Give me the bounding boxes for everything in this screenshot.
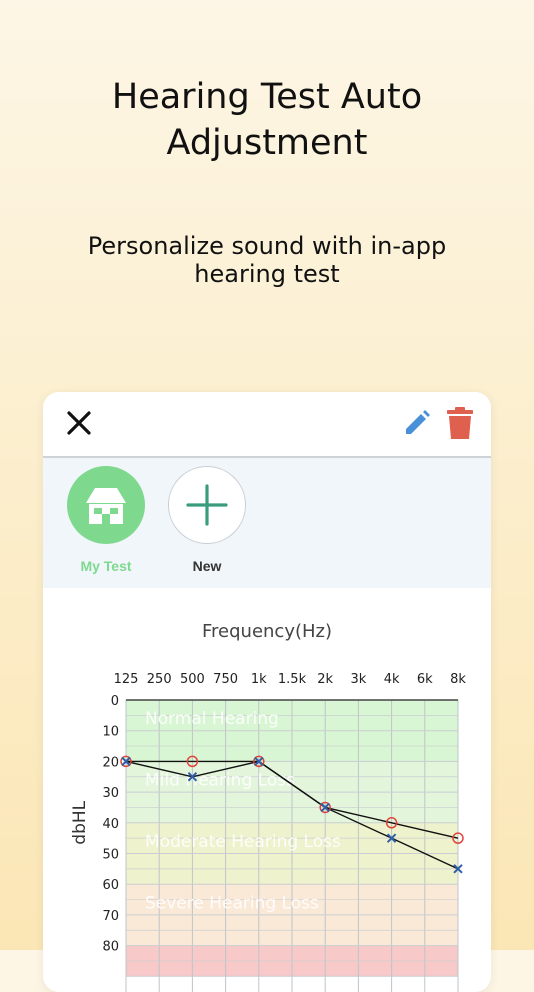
x-tick-label: 250 (147, 672, 172, 687)
audiogram-chart: Normal Hearing Mild Hearing Loss Moderate … (43, 590, 491, 992)
profile-label: New (192, 558, 222, 574)
x-tick-label: 125 (114, 672, 139, 687)
y-tick-label: 80 (102, 940, 119, 955)
pencil-icon (406, 410, 430, 434)
x-tick-label: 500 (180, 672, 205, 687)
band-label: Mild Hearing Loss (145, 771, 295, 791)
chart-title: Frequency(Hz) (202, 621, 332, 642)
house-icon (86, 488, 126, 524)
trash-icon (447, 407, 473, 439)
hearing-test-card: My Test New Normal Hearing Mild Hearing L… (43, 392, 491, 992)
x-tick-label: 4k (384, 672, 400, 687)
y-axis-label: dbHL (70, 800, 90, 844)
band-label: Moderate Hearing Loss (145, 832, 341, 852)
x-tick-label: 750 (213, 672, 238, 687)
profile-new[interactable]: New (167, 466, 247, 574)
y-tick-label: 50 (102, 848, 119, 863)
y-tick-label: 70 (102, 909, 119, 924)
subheadline-line-2: hearing test (194, 260, 340, 288)
y-tick-label: 10 (102, 725, 119, 740)
y-tick-label: 60 (102, 878, 119, 893)
delete-button[interactable] (446, 406, 474, 440)
profile-list: My Test New (43, 458, 491, 588)
y-tick-label: 30 (102, 786, 119, 801)
y-tick-label: 20 (102, 755, 119, 770)
close-icon (67, 411, 91, 435)
x-tick-label: 2k (317, 672, 333, 687)
y-tick-label: 0 (111, 694, 119, 709)
headline-line-2: Adjustment (166, 123, 368, 163)
band-label: Severe Hearing Loss (145, 893, 319, 913)
subheadline: Personalize sound with in-app hearing te… (0, 232, 534, 288)
x-tick-label: 1.5k (278, 672, 307, 687)
edit-button[interactable] (403, 409, 431, 437)
profile-avatar (67, 466, 145, 544)
band-label: Normal Hearing (145, 709, 279, 729)
y-tick-label: 40 (102, 817, 119, 832)
headline-line-1: Hearing Test Auto (111, 77, 423, 117)
profile-label: My Test (80, 558, 132, 574)
x-tick-label: 8k (450, 672, 466, 687)
profile-my-test[interactable]: My Test (66, 466, 146, 574)
audiogram-svg: Normal Hearing Mild Hearing Loss Moderate … (70, 621, 466, 992)
close-button[interactable] (65, 409, 93, 437)
card-toolbar (43, 392, 491, 458)
plus-icon (186, 484, 228, 526)
profile-avatar (168, 466, 246, 544)
headline: Hearing Test Auto Adjustment (0, 74, 534, 166)
x-tick-label: 1k (251, 672, 267, 687)
x-tick-label: 3k (350, 672, 366, 687)
x-tick-label: 6k (417, 672, 433, 687)
subheadline-line-1: Personalize sound with in-app (87, 232, 447, 260)
